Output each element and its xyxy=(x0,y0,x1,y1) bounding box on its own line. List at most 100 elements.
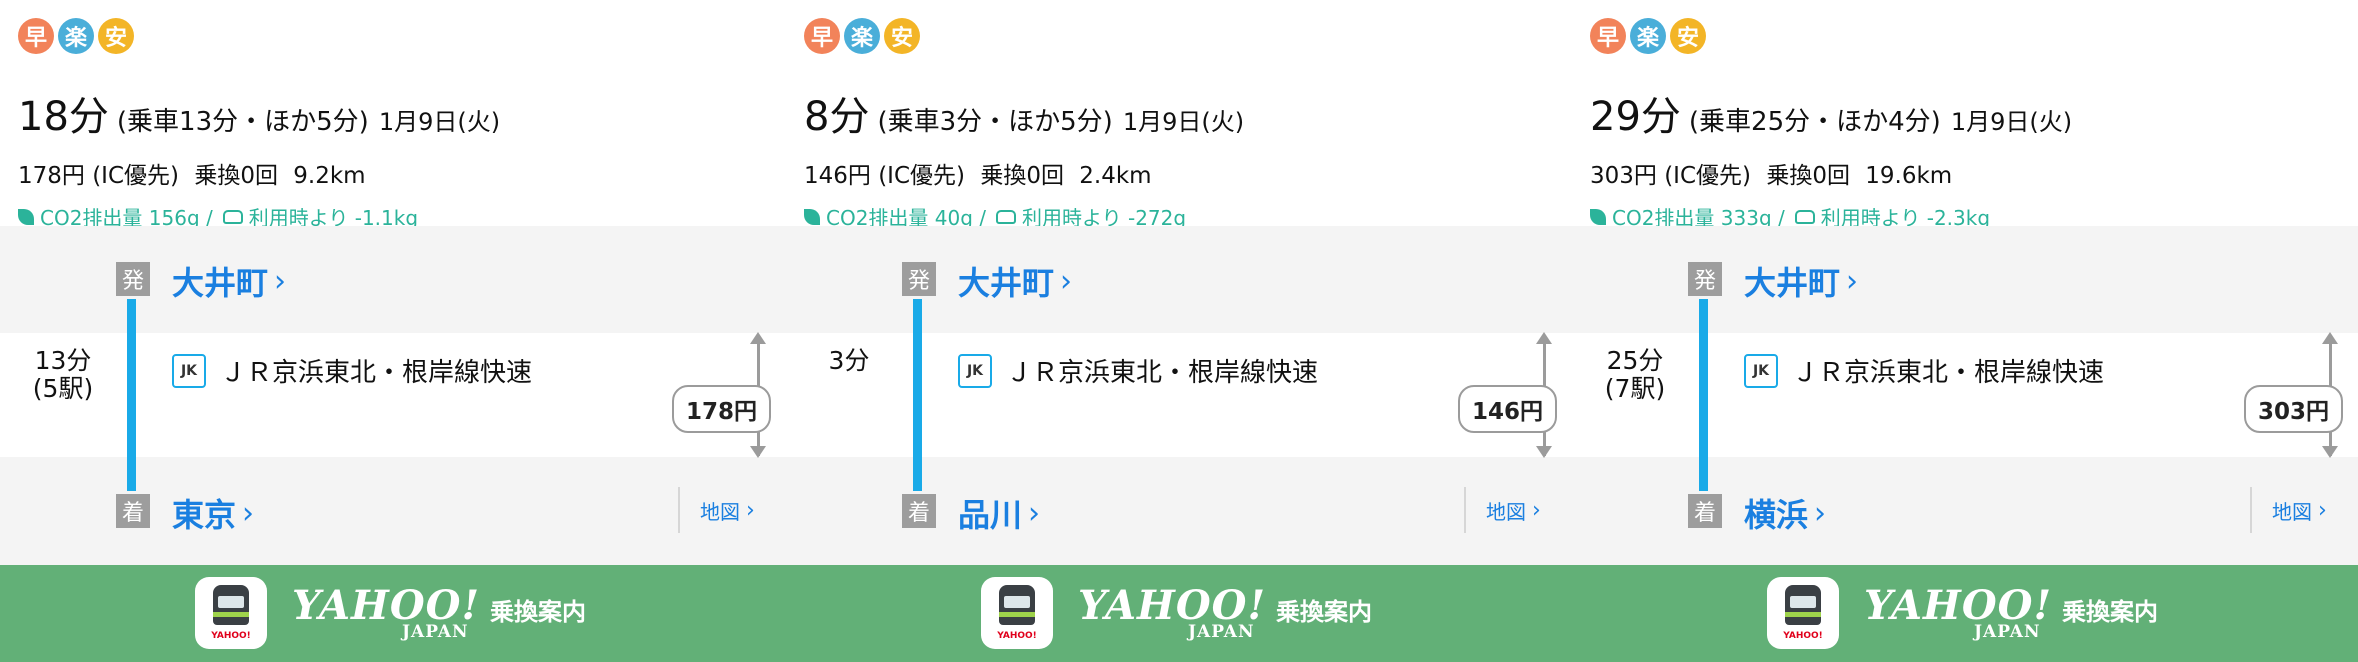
car-icon xyxy=(1794,209,1815,224)
fare-tag: 146円 xyxy=(1458,385,1558,433)
route-line xyxy=(913,299,922,491)
departure-mark: 発 xyxy=(1688,262,1722,296)
route-results-strip: 早 楽 安 18分 (乗車13分・ほか5分) 1月9日(火) 178円 (IC優… xyxy=(0,0,2358,662)
time-breakdown: (乗車13分・ほか5分) xyxy=(116,107,369,137)
map-label: 地図 xyxy=(700,500,740,524)
chevron-right-icon: › xyxy=(1814,495,1827,531)
service-name: 乗換案内 xyxy=(490,598,586,626)
divider xyxy=(678,487,680,533)
chevron-right-icon: › xyxy=(2318,498,2327,523)
badge-easy: 楽 xyxy=(844,18,880,54)
badge-cheap: 安 xyxy=(98,18,134,54)
train-stripe xyxy=(1785,612,1821,617)
segment-duration: 25分 (7駅) xyxy=(1572,347,1698,402)
badge-fast: 早 xyxy=(1590,18,1626,54)
departure-station-link[interactable]: 大井町 › xyxy=(1744,258,1858,304)
service-name: 乗換案内 xyxy=(2062,598,2158,626)
chevron-right-icon: › xyxy=(1060,263,1073,299)
car-icon xyxy=(222,209,243,224)
route-summary: 29分 (乗車25分・ほか4分) 1月9日(火) 303円 (IC優先) 乗換0… xyxy=(1590,84,2072,231)
route-line xyxy=(1699,299,1708,491)
arrival-station-name: 品川 xyxy=(958,496,1023,534)
departure-mark: 発 xyxy=(902,262,936,296)
travel-date: 1月9日(火) xyxy=(378,108,501,136)
ride-time: 25分 xyxy=(1606,346,1664,375)
route-card: 早 楽 安 29分 (乗車25分・ほか4分) 1月9日(火) 303円 (IC優… xyxy=(1572,0,2358,662)
chevron-right-icon: › xyxy=(1532,498,1541,523)
chevron-right-icon: › xyxy=(242,495,255,531)
departure-station-link[interactable]: 大井町 › xyxy=(958,258,1072,304)
map-link[interactable]: 地図 › xyxy=(700,496,755,525)
distance: 9.2km xyxy=(293,163,366,189)
japan-logo: JAPAN xyxy=(1188,622,1255,642)
train-window xyxy=(1790,596,1816,608)
chevron-right-icon: › xyxy=(274,263,287,299)
service-name: 乗換案内 xyxy=(1276,598,1372,626)
fare-tag: 303円 xyxy=(2244,385,2344,433)
segment-duration: 13分 (5駅) xyxy=(0,347,126,402)
jk-line-icon: JK xyxy=(1744,353,1778,388)
travel-date: 1月9日(火) xyxy=(1122,108,1245,136)
time-breakdown: (乗車3分・ほか5分) xyxy=(877,107,1113,137)
map-link[interactable]: 地図 › xyxy=(2272,496,2327,525)
arrival-mark: 着 xyxy=(116,494,150,528)
arrival-station-link[interactable]: 品川 › xyxy=(958,490,1040,536)
travel-date: 1月9日(火) xyxy=(1950,108,2073,136)
departure-station-name: 大井町 xyxy=(1744,264,1841,302)
stop-count: (7駅) xyxy=(1604,373,1666,403)
transfer-count: 乗換0回 xyxy=(980,163,1064,189)
app-icon-logo: YAHOO! xyxy=(1783,631,1823,641)
fare-summary: 178円 (IC優先) xyxy=(18,163,179,189)
distance: 19.6km xyxy=(1865,163,1953,189)
departure-station-link[interactable]: 大井町 › xyxy=(172,258,286,304)
distance: 2.4km xyxy=(1079,163,1152,189)
japan-logo: JAPAN xyxy=(402,622,469,642)
arrow-down-icon xyxy=(750,446,766,458)
map-label: 地図 xyxy=(2272,500,2312,524)
route-summary: 8分 (乗車3分・ほか5分) 1月9日(火) 146円 (IC優先) 乗換0回 … xyxy=(804,84,1244,231)
departure-station-name: 大井町 xyxy=(958,264,1055,302)
chevron-right-icon: › xyxy=(746,498,755,523)
map-link[interactable]: 地図 › xyxy=(1486,496,1541,525)
route-card: 早 楽 安 18分 (乗車13分・ほか5分) 1月9日(火) 178円 (IC優… xyxy=(0,0,786,662)
fare-summary: 303円 (IC優先) xyxy=(1590,163,1751,189)
route-line xyxy=(127,299,136,491)
app-icon-logo: YAHOO! xyxy=(997,631,1037,641)
route-summary: 18分 (乗車13分・ほか5分) 1月9日(火) 178円 (IC優先) 乗換0… xyxy=(18,84,500,231)
train-line[interactable]: JK ＪＲ京浜東北・根岸線快速 xyxy=(958,352,1318,389)
fare-summary: 146円 (IC優先) xyxy=(804,163,965,189)
time-breakdown: (乗車25分・ほか4分) xyxy=(1688,107,1941,137)
train-line[interactable]: JK ＪＲ京浜東北・根岸線快速 xyxy=(172,352,532,389)
arrival-station-name: 横浜 xyxy=(1744,496,1809,534)
arrival-mark: 着 xyxy=(902,494,936,528)
leaf-icon xyxy=(804,208,820,225)
jk-line-icon: JK xyxy=(172,353,206,388)
total-time: 8分 xyxy=(804,94,870,140)
badge-cheap: 安 xyxy=(884,18,920,54)
jk-line-icon: JK xyxy=(958,353,992,388)
arrow-down-icon xyxy=(1536,446,1552,458)
arrival-mark: 着 xyxy=(1688,494,1722,528)
arrival-station-link[interactable]: 東京 › xyxy=(172,490,254,536)
train-line-name: ＪＲ京浜東北・根岸線快速 xyxy=(220,358,533,388)
train-line[interactable]: JK ＪＲ京浜東北・根岸線快速 xyxy=(1744,352,2104,389)
arrival-station-name: 東京 xyxy=(172,496,237,534)
badge-fast: 早 xyxy=(804,18,840,54)
chevron-right-icon: › xyxy=(1846,263,1859,299)
route-badges: 早 楽 安 xyxy=(18,18,134,54)
train-stripe xyxy=(213,612,249,617)
total-time: 29分 xyxy=(1590,94,1681,140)
ride-time: 3分 xyxy=(828,346,870,375)
train-line-name: ＪＲ京浜東北・根岸線快速 xyxy=(1792,358,2105,388)
app-icon-logo: YAHOO! xyxy=(211,631,251,641)
transfer-count: 乗換0回 xyxy=(194,163,278,189)
badge-cheap: 安 xyxy=(1670,18,1706,54)
departure-mark: 発 xyxy=(116,262,150,296)
arrival-station-link[interactable]: 横浜 › xyxy=(1744,490,1826,536)
train-window xyxy=(218,596,244,608)
train-window xyxy=(1004,596,1030,608)
map-label: 地図 xyxy=(1486,500,1526,524)
leaf-icon xyxy=(18,208,34,225)
total-time: 18分 xyxy=(18,94,109,140)
route-card: 早 楽 安 8分 (乗車3分・ほか5分) 1月9日(火) 146円 (IC優先)… xyxy=(786,0,1572,662)
